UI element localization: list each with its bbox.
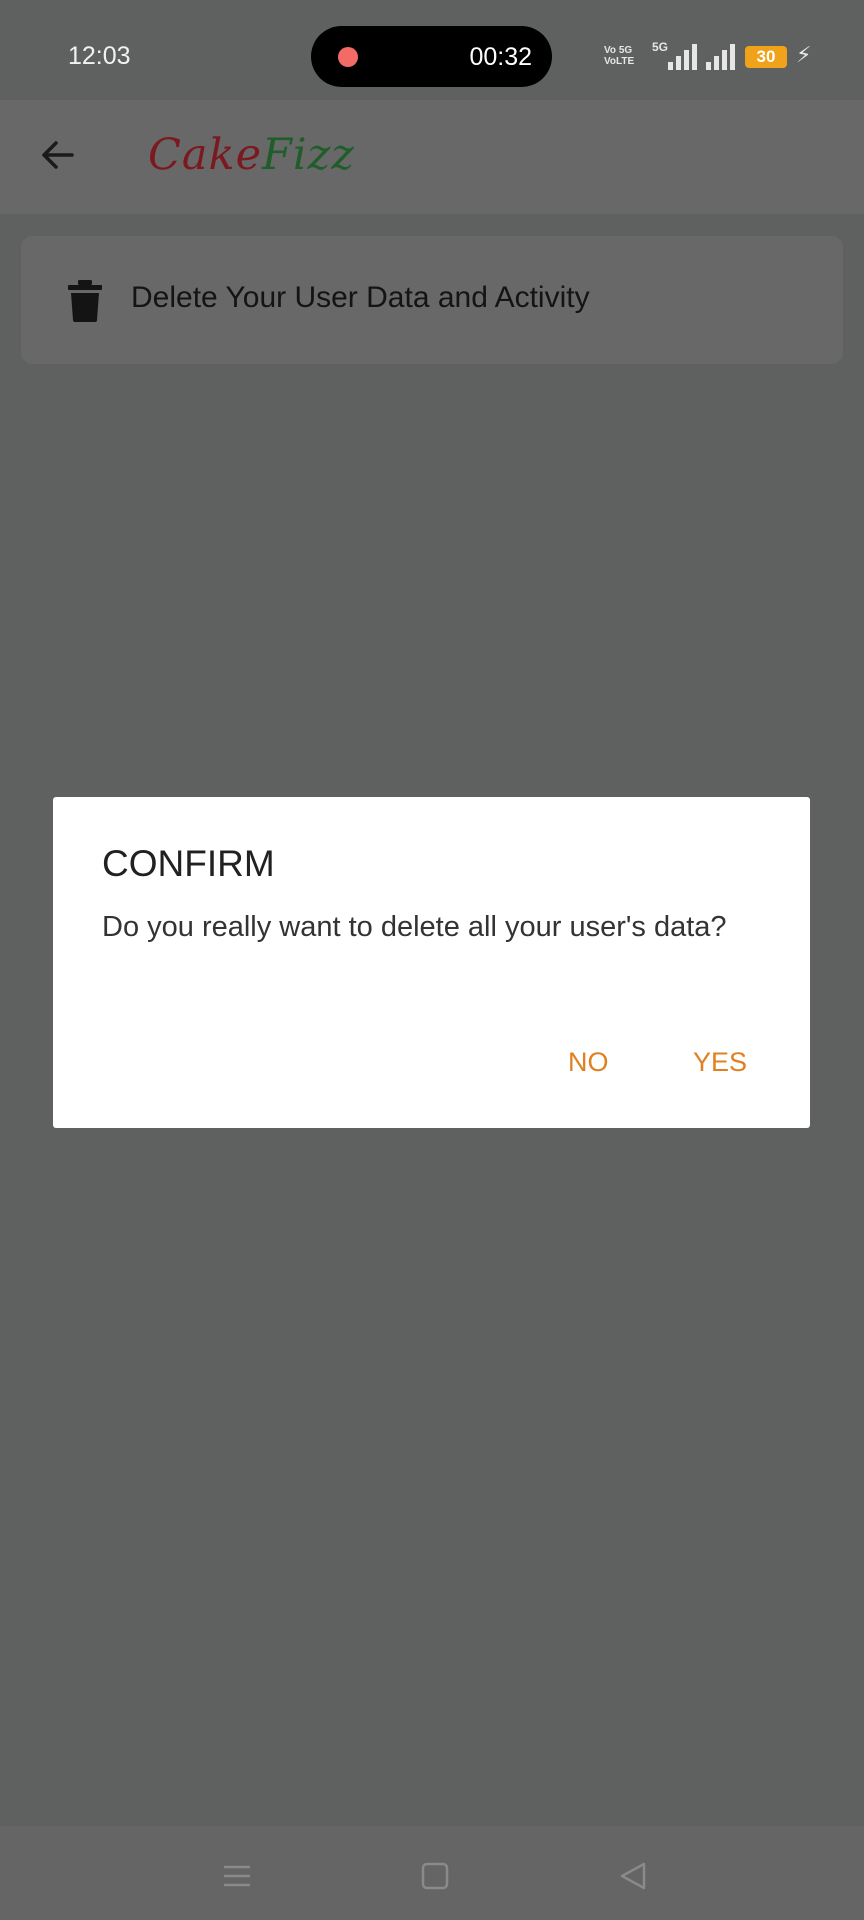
no-button[interactable]: NO: [568, 1047, 609, 1078]
confirm-dialog: CONFIRM Do you really want to delete all…: [53, 797, 810, 1128]
yes-button[interactable]: YES: [693, 1047, 747, 1078]
delete-data-label: Delete Your User Data and Activity: [131, 281, 590, 314]
network-label-bottom: VoLTE: [604, 56, 635, 67]
trash-icon: [68, 280, 102, 322]
logo-fizz: Fizz: [262, 130, 355, 180]
back-button[interactable]: [36, 133, 80, 177]
status-time: 12:03: [68, 42, 131, 70]
network-5g-label: 5G: [652, 40, 669, 54]
recording-dot-icon: [338, 47, 358, 67]
signal-strength-icon: [668, 42, 702, 70]
battery-icon: 30: [745, 46, 787, 68]
dialog-title: CONFIRM: [102, 843, 275, 884]
dialog-message: Do you really want to delete all your us…: [102, 911, 727, 943]
screen-recording-pill[interactable]: 00:32: [311, 26, 552, 87]
app-bar: CakeFizz: [0, 100, 864, 214]
cakefizz-logo: CakeFizz: [148, 130, 355, 180]
home-icon[interactable]: [420, 1861, 450, 1891]
logo-cake: Cake: [148, 130, 263, 180]
back-icon[interactable]: [618, 1861, 648, 1891]
recording-timer: 00:32: [469, 43, 532, 71]
menu-icon[interactable]: [222, 1861, 252, 1891]
delete-data-card[interactable]: Delete Your User Data and Activity: [21, 236, 843, 364]
status-bar: 12:03 00:32 Vo 5G VoLTE 5G 30 ⚡: [0, 0, 864, 100]
back-arrow-icon: [42, 141, 74, 169]
network-label-top: Vo 5G: [604, 45, 633, 56]
signal-strength-icon-2: [706, 42, 740, 70]
system-nav-bar: [0, 1826, 864, 1920]
screen: 12:03 00:32 Vo 5G VoLTE 5G 30 ⚡ CakeFizz…: [0, 0, 864, 1920]
network-type-labels: Vo 5G VoLTE: [604, 45, 634, 67]
charging-bolt-icon: ⚡: [796, 42, 812, 67]
